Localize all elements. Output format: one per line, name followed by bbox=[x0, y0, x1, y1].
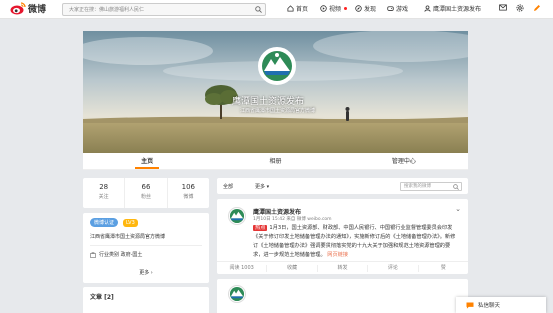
nav-discover-label: 发现 bbox=[364, 6, 377, 13]
post-read-count: 阅读 1003 bbox=[217, 264, 268, 272]
verify-description: 江西省鹰潭市国土资源局官方微博 bbox=[90, 234, 166, 240]
profile-stats: 28 关注 66 粉丝 106 微博 bbox=[83, 178, 209, 208]
tab-home[interactable]: 主页 bbox=[83, 153, 211, 169]
notification-dot bbox=[344, 7, 348, 10]
search-icon bbox=[453, 183, 459, 190]
user-icon bbox=[424, 5, 431, 12]
video-icon bbox=[320, 5, 327, 12]
feed-search-input[interactable]: 搜索我的微博 bbox=[400, 181, 462, 191]
search-button[interactable] bbox=[251, 4, 265, 15]
stat-followers-label: 粉丝 bbox=[140, 194, 151, 200]
compose-button[interactable] bbox=[533, 4, 541, 12]
post-actions: 阅读 1003 收藏 转发 评论 赞 bbox=[217, 261, 468, 274]
stat-followers[interactable]: 66 粉丝 bbox=[125, 178, 168, 208]
settings-button[interactable] bbox=[516, 4, 524, 12]
land-resources-logo bbox=[229, 286, 245, 302]
stat-posts[interactable]: 106 微博 bbox=[168, 178, 209, 208]
chat-bubble-icon bbox=[466, 301, 474, 309]
weibo-eye-icon bbox=[10, 2, 26, 15]
profile-tabs: 主页 相册 管理中心 bbox=[83, 153, 468, 170]
home-icon bbox=[287, 5, 294, 12]
post-comment-button[interactable]: 评论 bbox=[368, 264, 419, 272]
post-author[interactable]: 鹰潭国土资源发布 bbox=[253, 207, 301, 216]
search-input[interactable]: 大家正在搜：佛山旅游福利人民仁 bbox=[63, 6, 251, 13]
nav-discover[interactable]: 发现 bbox=[355, 4, 376, 13]
private-message-bar[interactable]: 私信聊天 bbox=[456, 297, 546, 313]
post-repost-button[interactable]: 转发 bbox=[318, 264, 369, 272]
stat-following-label: 关注 bbox=[98, 194, 109, 200]
feed-post: 鹰潭国土资源发布 1月10日 15:42 来自 微博 weibo.com ⌄ 热… bbox=[217, 199, 468, 274]
top-navigation-bar: 微博 大家正在搜：佛山旅游福利人民仁 首页 视频 发现 游戏 鹰潭国土资源发布 bbox=[0, 0, 553, 19]
nav-home-label: 首页 bbox=[296, 6, 309, 13]
profile-info-card: 微博认证 LV3 江西省鹰潭市国土资源局官方微博 行业类别 政府-国土 更多 › bbox=[83, 213, 209, 283]
nav-home[interactable]: 首页 bbox=[287, 4, 308, 13]
post-avatar[interactable] bbox=[228, 207, 246, 225]
industry-row: 行业类别 政府-国土 bbox=[90, 251, 202, 258]
feed-search-placeholder: 搜索我的微博 bbox=[404, 183, 431, 189]
weibo-logo[interactable]: 微博 bbox=[10, 2, 46, 15]
game-icon bbox=[387, 6, 394, 11]
nav-game[interactable]: 游戏 bbox=[387, 4, 408, 13]
nav-video[interactable]: 视频 bbox=[320, 4, 348, 13]
post-avatar[interactable] bbox=[228, 285, 246, 303]
profile-avatar[interactable] bbox=[258, 47, 296, 85]
post-web-link[interactable]: 网页链接 bbox=[327, 252, 348, 258]
info-more-link[interactable]: 更多 › bbox=[90, 269, 202, 276]
verified-badge[interactable]: 微博认证 bbox=[90, 218, 119, 227]
profile-name: 鹰潭国土资源发布 bbox=[232, 97, 305, 107]
briefcase-icon bbox=[90, 251, 96, 258]
gear-icon bbox=[516, 4, 524, 12]
mail-icon bbox=[499, 4, 507, 11]
nav-video-label: 视频 bbox=[329, 6, 342, 13]
post-like-button[interactable]: 赞 bbox=[419, 265, 468, 272]
tab-management[interactable]: 管理中心 bbox=[340, 153, 468, 169]
post-tag[interactable]: 热点 bbox=[253, 225, 268, 231]
nav-profile[interactable]: 鹰潭国土资源发布 bbox=[424, 4, 481, 13]
post-options-chevron-icon[interactable]: ⌄ bbox=[455, 205, 461, 213]
mail-button[interactable] bbox=[499, 4, 507, 11]
articles-card: 文章 [2] bbox=[83, 287, 209, 313]
post-body: 热点 1月3日，国土资源部、财政部、中国人民银行、中国银行业监督管理委员会印发《关… bbox=[253, 224, 459, 260]
divider bbox=[90, 245, 202, 246]
post-meta: 1月10日 15:42 来自 微博 weibo.com bbox=[253, 217, 332, 222]
filter-all[interactable]: 全部 bbox=[223, 183, 233, 190]
feed-post bbox=[217, 279, 468, 313]
articles-title[interactable]: 文章 [2] bbox=[90, 292, 202, 301]
stat-following-value: 28 bbox=[99, 183, 109, 191]
stat-posts-label: 微博 bbox=[183, 194, 194, 200]
post-text: 1月3日，国土资源部、财政部、中国人民银行、中国银行业监督管理委员会印发《关于修… bbox=[253, 225, 456, 258]
stat-following[interactable]: 28 关注 bbox=[83, 178, 126, 208]
filter-more[interactable]: 更多 ▾ bbox=[255, 183, 269, 190]
land-resources-logo bbox=[260, 49, 294, 83]
industry-text: 行业类别 政府-国土 bbox=[99, 252, 143, 258]
feed-filter-bar: 全部 更多 ▾ 搜索我的微博 bbox=[217, 178, 468, 194]
stat-followers-value: 66 bbox=[141, 183, 151, 191]
nav-profile-label: 鹰潭国土资源发布 bbox=[433, 6, 482, 13]
land-resources-logo bbox=[229, 208, 245, 224]
level-badge[interactable]: LV3 bbox=[122, 219, 138, 227]
compose-icon bbox=[534, 5, 540, 11]
logo-text: 微博 bbox=[28, 5, 47, 15]
tab-album[interactable]: 相册 bbox=[211, 153, 339, 169]
search-box[interactable]: 大家正在搜：佛山旅游福利人民仁 bbox=[62, 3, 266, 16]
post-favorite-button[interactable]: 收藏 bbox=[267, 264, 318, 272]
nav-game-label: 游戏 bbox=[396, 6, 409, 13]
chat-label: 私信聊天 bbox=[478, 303, 501, 309]
profile-description: 江西省鹰潭市国土资源局官方微博 bbox=[240, 108, 316, 114]
stat-posts-value: 106 bbox=[181, 183, 195, 191]
search-icon bbox=[254, 6, 262, 13]
discover-icon bbox=[355, 5, 362, 12]
